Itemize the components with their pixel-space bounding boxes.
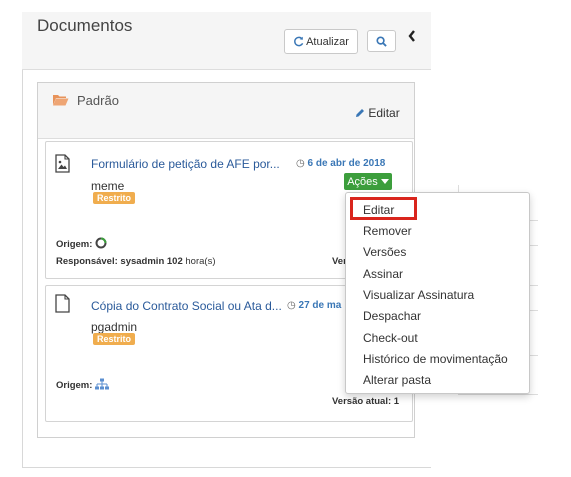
file-icon <box>55 294 70 318</box>
restricted-badge: Restrito <box>93 333 136 345</box>
document-title-link[interactable]: Formulário de petição de AFE por... <box>91 157 280 171</box>
page-title: Documentos <box>37 16 133 35</box>
origin-icon <box>95 237 107 249</box>
refresh-label: Atualizar <box>306 35 349 48</box>
document-title-link[interactable]: Cópia do Contrato Social ou Ata d... <box>91 299 282 313</box>
network-icon <box>95 378 110 390</box>
actions-label: Ações <box>347 175 378 188</box>
search-button[interactable] <box>367 30 396 52</box>
refresh-button[interactable]: Atualizar <box>284 29 358 54</box>
document-date: ◷ 6 de abr de 2018 <box>296 158 385 169</box>
document-date-value: 6 de abr de 2018 <box>307 158 386 169</box>
image-file-icon <box>55 154 70 178</box>
origin-label: Origem: <box>56 239 93 250</box>
origin-field: Origem: <box>56 237 107 250</box>
highlight-box <box>350 197 417 220</box>
menu-item-alterar-pasta[interactable]: Alterar pasta <box>363 373 431 387</box>
refresh-icon <box>294 36 304 47</box>
folder-edit-link[interactable]: Editar <box>355 106 400 120</box>
menu-item-remover[interactable]: Remover <box>363 224 412 238</box>
responsible-suffix: hora(s) <box>185 256 216 267</box>
search-icon <box>376 35 387 47</box>
document-owner: meme <box>91 179 125 193</box>
document-date: ◷ 27 de ma <box>287 300 341 311</box>
actions-dropdown-menu: Editar Remover Versões Assinar Visualiza… <box>345 192 530 394</box>
menu-item-versoes[interactable]: Versões <box>363 245 406 259</box>
caret-down-icon <box>380 179 389 184</box>
menu-item-despachar[interactable]: Despachar <box>363 309 421 323</box>
pencil-icon <box>356 109 364 117</box>
chevron-left-icon[interactable] <box>407 29 417 48</box>
folder-name: Padrão <box>77 93 119 108</box>
folder-edit-label: Editar <box>368 106 400 120</box>
origin-field: Origem: <box>56 378 110 391</box>
responsible-field: Responsável: sysadmin 102 hora(s) <box>56 256 215 267</box>
responsible-value: sysadmin 102 <box>120 256 183 267</box>
menu-item-historico-movimentacao[interactable]: Histórico de movimentação <box>363 352 508 366</box>
clock-icon: ◷ <box>296 158 305 169</box>
restricted-badge: Restrito <box>93 192 136 204</box>
menu-item-assinar[interactable]: Assinar <box>363 267 403 281</box>
version-field: Versão atual: 1 <box>332 396 400 407</box>
menu-item-check-out[interactable]: Check-out <box>363 331 418 345</box>
actions-button[interactable]: Ações <box>344 173 392 190</box>
menu-item-visualizar-assinatura[interactable]: Visualizar Assinatura <box>363 288 474 302</box>
origin-label: Origem: <box>56 380 93 391</box>
responsible-label: Responsável: <box>56 256 118 267</box>
document-owner: pgadmin <box>91 320 138 334</box>
document-date-value: 27 de ma <box>298 300 342 311</box>
folder-open-icon <box>52 93 69 111</box>
clock-icon: ◷ <box>287 300 296 311</box>
